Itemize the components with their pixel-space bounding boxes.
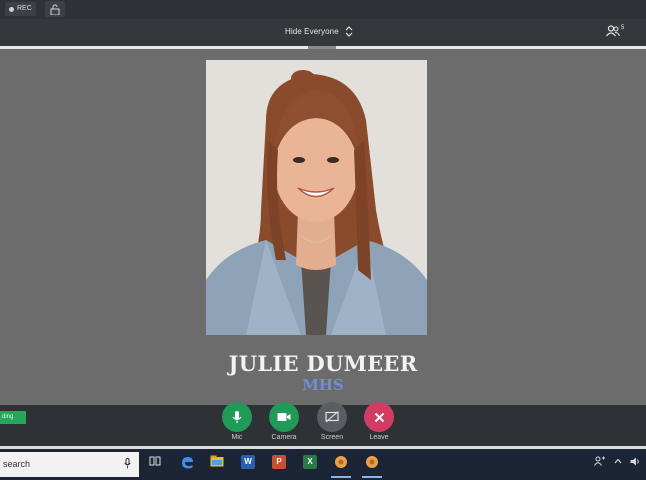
screen-share-off-icon — [325, 411, 339, 423]
screen-label: Screen — [320, 434, 344, 441]
up-down-chevron-icon — [345, 26, 353, 37]
microphone-icon — [232, 411, 242, 423]
chevron-up-icon[interactable] — [614, 458, 622, 464]
powerpoint-icon[interactable]: P — [272, 455, 286, 469]
camera-icon — [277, 413, 291, 421]
mic-button[interactable]: Mic — [217, 402, 257, 441]
microphone-icon[interactable] — [124, 458, 131, 469]
active-app-indicator — [362, 476, 382, 478]
meeting-app: REC Hide Everyone 5 JULIE DUMEER MHS din… — [0, 0, 646, 480]
system-tray — [594, 456, 640, 466]
active-app-indicator — [331, 476, 351, 478]
leave-button[interactable]: Leave — [359, 402, 399, 441]
windows-taskbar: search W P X — [0, 449, 646, 480]
call-controls: ding Mic Camera Screen Leave — [0, 402, 646, 448]
camera-button[interactable]: Camera — [264, 402, 304, 441]
status-badge: ding — [0, 411, 26, 424]
participants-count: 5 — [621, 25, 625, 31]
participant-name: JULIE DUMEER — [228, 351, 418, 376]
participant-portrait — [206, 60, 427, 335]
edge-browser-icon[interactable] — [180, 455, 194, 469]
unlock-button[interactable] — [45, 1, 65, 17]
excel-icon[interactable]: X — [303, 455, 317, 469]
record-dot-icon — [9, 6, 14, 12]
volume-icon[interactable] — [630, 457, 640, 466]
hide-everyone-label: Hide Everyone — [285, 27, 339, 36]
close-icon — [374, 412, 384, 422]
video-stage: JULIE DUMEER MHS — [0, 49, 646, 405]
record-button[interactable]: REC — [5, 2, 36, 16]
taskbar-search-box[interactable]: search — [0, 452, 139, 477]
top-toolbar: REC — [0, 0, 646, 19]
mic-label: Mic — [231, 434, 243, 441]
app-icon-orange-2[interactable] — [365, 455, 379, 469]
word-icon[interactable]: W — [241, 455, 255, 469]
view-bar: Hide Everyone 5 — [0, 19, 646, 46]
record-label: REC — [17, 5, 32, 12]
task-view-icon[interactable] — [148, 455, 162, 469]
hide-everyone-toggle[interactable]: Hide Everyone — [285, 26, 353, 37]
leave-label: Leave — [369, 434, 389, 441]
file-explorer-icon[interactable] — [210, 455, 224, 469]
people-tray-icon[interactable] — [594, 456, 606, 466]
screen-share-button[interactable]: Screen — [312, 402, 352, 441]
app-icon-orange-1[interactable] — [334, 455, 348, 469]
participant-photo — [206, 60, 427, 335]
participants-button[interactable]: 5 — [606, 25, 624, 37]
camera-label: Camera — [271, 434, 297, 441]
unlock-icon — [50, 4, 60, 15]
participant-org: MHS — [302, 376, 344, 394]
search-placeholder: search — [3, 459, 31, 469]
people-icon — [606, 25, 620, 37]
